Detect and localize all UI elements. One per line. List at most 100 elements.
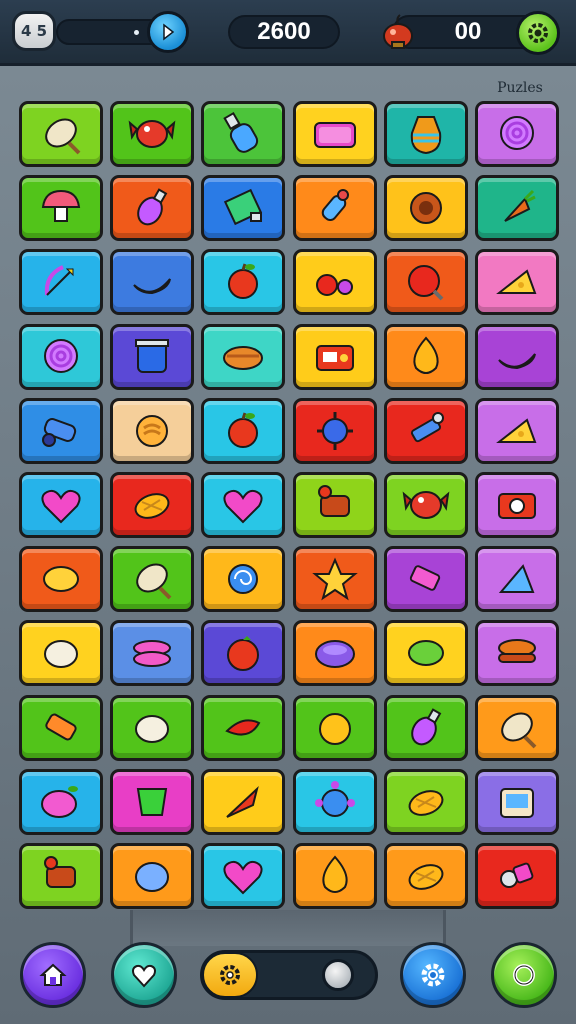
- tile[interactable]: [19, 101, 103, 167]
- settings-button[interactable]: [516, 11, 560, 55]
- tile[interactable]: [474, 175, 559, 242]
- potion-icon: [137, 188, 168, 226]
- lemon-icon: [43, 566, 79, 593]
- level-badge[interactable]: 4 5: [12, 11, 56, 51]
- tile[interactable]: [474, 546, 559, 613]
- chili-icon: [225, 718, 261, 736]
- tile[interactable]: [110, 620, 195, 687]
- rocket-icon: [321, 189, 349, 222]
- options-button[interactable]: [400, 942, 466, 1008]
- tile[interactable]: [110, 546, 195, 613]
- bonus-value: 00: [454, 18, 482, 45]
- orange-icon: [318, 712, 351, 745]
- dino-icon: [317, 484, 350, 517]
- tile[interactable]: [383, 101, 468, 167]
- blueberry-icon: [135, 861, 170, 892]
- tile[interactable]: [201, 768, 286, 835]
- board-label: Puzles: [497, 80, 543, 96]
- tile[interactable]: [110, 101, 195, 167]
- tile[interactable]: [201, 471, 286, 538]
- tile[interactable]: [383, 249, 468, 316]
- tile[interactable]: [474, 842, 559, 909]
- tile[interactable]: [292, 175, 377, 242]
- heart-icon: [223, 860, 263, 895]
- tile[interactable]: [474, 694, 559, 761]
- hat-icon: [498, 564, 535, 594]
- tile[interactable]: [292, 768, 377, 835]
- radio-icon: [315, 344, 354, 371]
- tile[interactable]: [110, 842, 195, 909]
- tile[interactable]: [292, 842, 377, 909]
- gear-icon: [528, 23, 548, 43]
- tile[interactable]: [383, 842, 468, 909]
- score-display: 2600: [228, 15, 340, 49]
- tile[interactable]: [201, 842, 286, 909]
- tile[interactable]: [110, 323, 195, 390]
- tile[interactable]: [383, 397, 468, 464]
- tile[interactable]: [19, 397, 103, 464]
- tile[interactable]: [383, 175, 468, 242]
- next-level-button[interactable]: [147, 11, 189, 53]
- tile[interactable]: [474, 101, 559, 167]
- tile[interactable]: [19, 620, 103, 687]
- tile[interactable]: [201, 175, 286, 242]
- shell-icon: [228, 564, 259, 595]
- tile[interactable]: [474, 471, 559, 538]
- apple-icon: [228, 412, 259, 448]
- vase-icon: [410, 116, 441, 155]
- tile[interactable]: [19, 842, 103, 909]
- tile[interactable]: [19, 323, 103, 390]
- tile[interactable]: [474, 323, 559, 390]
- tile[interactable]: [110, 694, 195, 761]
- tile[interactable]: [201, 397, 286, 464]
- tile[interactable]: [201, 101, 286, 167]
- tile[interactable]: [201, 694, 286, 761]
- heart-icon: [41, 489, 81, 524]
- lime-icon: [407, 640, 444, 667]
- burger-icon: [497, 639, 536, 664]
- tile[interactable]: [19, 249, 103, 316]
- toggle-gear[interactable]: [202, 952, 258, 998]
- cheese-icon: [496, 418, 537, 443]
- tile[interactable]: [201, 546, 286, 613]
- tile[interactable]: [292, 620, 377, 687]
- tile[interactable]: [292, 471, 377, 538]
- tile[interactable]: [474, 768, 559, 835]
- tile[interactable]: [292, 101, 377, 167]
- tile[interactable]: [474, 620, 559, 687]
- tile[interactable]: [474, 249, 559, 316]
- tile[interactable]: [383, 546, 468, 613]
- tile[interactable]: [110, 471, 195, 538]
- tile[interactable]: [383, 471, 468, 538]
- tile[interactable]: [110, 768, 195, 835]
- tile[interactable]: [110, 397, 195, 464]
- apple-icon: [228, 263, 259, 300]
- search-button[interactable]: [491, 942, 557, 1008]
- tile[interactable]: [383, 323, 468, 390]
- home-button[interactable]: [20, 942, 86, 1008]
- tile[interactable]: [292, 397, 377, 464]
- tile[interactable]: [383, 694, 468, 761]
- tile[interactable]: [19, 768, 103, 835]
- tile[interactable]: [383, 768, 468, 835]
- toggle-knob[interactable]: [322, 959, 354, 991]
- tile[interactable]: [19, 471, 103, 538]
- tile[interactable]: [474, 397, 559, 464]
- tile[interactable]: [201, 620, 286, 687]
- tile-grid: [19, 101, 559, 909]
- cheese-icon: [496, 269, 537, 295]
- tile[interactable]: [292, 323, 377, 390]
- tile[interactable]: [201, 323, 286, 390]
- tile[interactable]: [110, 249, 195, 316]
- tile[interactable]: [19, 694, 103, 761]
- tile[interactable]: [19, 175, 103, 242]
- pie-icon: [223, 345, 264, 370]
- tile[interactable]: [19, 546, 103, 613]
- tile[interactable]: [292, 694, 377, 761]
- tile[interactable]: [201, 249, 286, 316]
- tile[interactable]: [110, 175, 195, 242]
- tile[interactable]: [292, 546, 377, 613]
- tile[interactable]: [292, 249, 377, 316]
- lives-button[interactable]: [111, 942, 177, 1008]
- tile[interactable]: [383, 620, 468, 687]
